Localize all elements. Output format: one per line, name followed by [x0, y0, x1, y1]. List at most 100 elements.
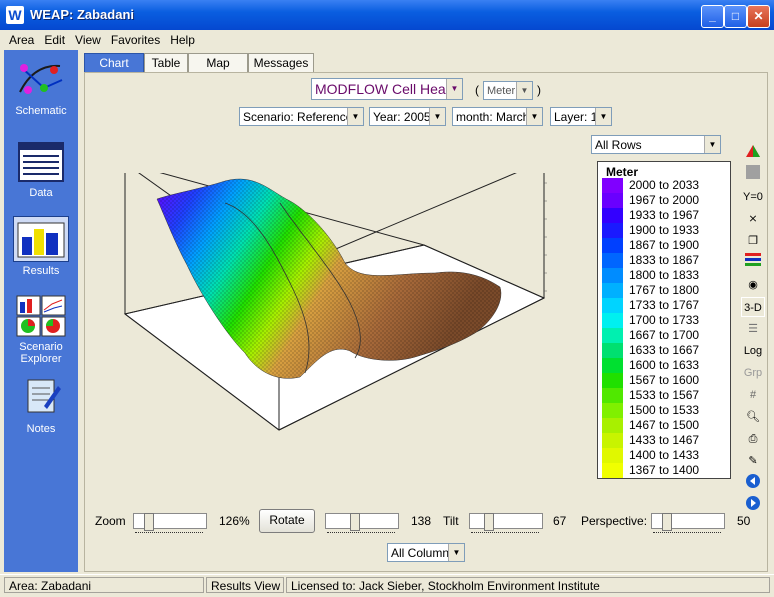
- legend-swatch: [602, 373, 623, 388]
- y-zero-button[interactable]: Y=0: [741, 187, 765, 207]
- sidebar-label-data: Data: [29, 187, 53, 199]
- legend-item: 1733 to 1767: [602, 298, 728, 313]
- tilt-ticks: [471, 529, 539, 533]
- legend-label: 1933 to 1967: [629, 208, 700, 222]
- chart-type-icon[interactable]: [741, 143, 765, 163]
- sidebar-label-schematic: Schematic: [15, 105, 67, 117]
- menu-edit[interactable]: Edit: [39, 30, 70, 47]
- lines-icon[interactable]: ☰: [741, 319, 765, 339]
- menu-bar: Area Edit View Favorites Help: [0, 30, 774, 50]
- schematic-icon: [19, 64, 63, 94]
- menu-help[interactable]: Help: [165, 30, 200, 47]
- perspective-ticks: [653, 529, 721, 533]
- sidebar-label-results: Results: [22, 265, 60, 277]
- scenario-select[interactable]: Scenario: Reference ▼: [239, 107, 364, 126]
- sidebar-label-notes: Notes: [26, 423, 56, 435]
- sidebar-item-data[interactable]: Data: [4, 140, 78, 199]
- close-button[interactable]: ✕: [747, 5, 770, 28]
- sidebar-item-notes[interactable]: Notes: [4, 376, 78, 435]
- copy-icon[interactable]: ❐: [741, 231, 765, 251]
- month-select[interactable]: month: March ▼: [452, 107, 543, 126]
- gray-square-icon[interactable]: [741, 165, 765, 185]
- legend-swatch: [602, 253, 623, 268]
- zoom-value: 126%: [219, 514, 250, 528]
- previous-icon[interactable]: [741, 473, 765, 493]
- legend-swatch: [602, 268, 623, 283]
- legend-label: 2000 to 2033: [629, 178, 700, 192]
- export-icon[interactable]: ✎: [741, 451, 765, 471]
- results-icon: [13, 216, 69, 262]
- legend-swatch: [602, 418, 623, 433]
- legend-item: 1900 to 1933: [602, 223, 728, 238]
- app-icon: W: [6, 6, 24, 24]
- zoom-slider[interactable]: [133, 513, 207, 531]
- surface-chart: [123, 173, 547, 431]
- rows-select[interactable]: All Rows ▼: [591, 135, 721, 154]
- layer-select[interactable]: Layer: 1 ▼: [550, 107, 612, 126]
- tilt-label: Tilt: [443, 514, 459, 528]
- year-value: Year: 2005: [373, 110, 431, 124]
- year-select[interactable]: Year: 2005 ▼: [369, 107, 446, 126]
- legend-item: 1700 to 1733: [602, 313, 728, 328]
- log-button[interactable]: Log: [741, 341, 765, 361]
- tab-chart[interactable]: Chart: [84, 53, 144, 73]
- color-bars-icon[interactable]: [741, 253, 765, 273]
- rows-value: All Rows: [595, 138, 642, 152]
- zoom-ticks: [135, 529, 203, 533]
- columns-value: All Columns: [391, 546, 456, 560]
- legend-item: 1767 to 1800: [602, 283, 728, 298]
- grid-icon[interactable]: #: [741, 385, 765, 405]
- stack-icon[interactable]: ⨯: [741, 209, 765, 229]
- tab-messages[interactable]: Messages: [248, 53, 314, 73]
- data-icon: [18, 142, 64, 182]
- sidebar-item-scenario-explorer[interactable]: Scenario Explorer: [4, 294, 78, 365]
- unit-value: Meter: [487, 85, 516, 97]
- rotate-button[interactable]: Rotate: [259, 509, 315, 533]
- rotate-ticks: [327, 529, 395, 533]
- tilt-slider[interactable]: [469, 513, 543, 531]
- perspective-label: Perspective:: [581, 514, 648, 528]
- chevron-down-icon: ▼: [595, 108, 611, 125]
- legend-title: Meter: [606, 165, 639, 179]
- results-content: Chart Table Map Messages MODFLOW Cell He…: [80, 50, 770, 572]
- three-d-button[interactable]: 3-D: [741, 297, 765, 317]
- month-value: month: March: [456, 110, 530, 124]
- next-icon[interactable]: [741, 495, 765, 515]
- menu-favorites[interactable]: Favorites: [106, 30, 165, 47]
- rotate-slider[interactable]: [325, 513, 399, 531]
- columns-select[interactable]: All Columns ▼: [387, 543, 465, 562]
- print-icon[interactable]: ⎙: [741, 429, 765, 449]
- unit-select[interactable]: Meter ▼: [483, 81, 533, 100]
- minimize-button[interactable]: _: [701, 5, 724, 28]
- legend-label: 1633 to 1667: [629, 343, 700, 357]
- sidebar-label-scenario-explorer: Scenario Explorer: [19, 341, 63, 365]
- chevron-down-icon: ▼: [448, 544, 464, 561]
- maximize-button[interactable]: □: [724, 5, 747, 28]
- sidebar-item-results[interactable]: Results: [4, 216, 78, 277]
- scenario-value: Scenario: Reference: [243, 110, 353, 124]
- rotate-value: 138: [411, 514, 432, 528]
- title-bar: W WEAP: Zabadani _ □ ✕: [0, 0, 774, 30]
- sidebar-item-schematic[interactable]: Schematic: [4, 58, 78, 117]
- chart-toolbar: Y=0 ⨯ ❐ ◉ 3-D ☰ Log Grp # 🔍︎ ⎙ ✎: [741, 143, 765, 529]
- variable-select[interactable]: MODFLOW Cell Head ▼: [311, 78, 463, 100]
- tab-map[interactable]: Map: [188, 53, 248, 73]
- chart-legend: Meter 2000 to 2033 1967 to 2000 1933 to 19…: [597, 161, 731, 479]
- legend-item: 1367 to 1400: [602, 463, 728, 478]
- menu-area[interactable]: Area: [4, 30, 39, 47]
- zoom-icon[interactable]: 🔍︎: [741, 407, 765, 427]
- palette-icon[interactable]: ◉: [741, 275, 765, 295]
- legend-swatch: [602, 343, 623, 358]
- legend-swatch: [602, 313, 623, 328]
- legend-item: 1533 to 1567: [602, 388, 728, 403]
- legend-label: 1400 to 1433: [629, 448, 700, 462]
- legend-label: 1567 to 1600: [629, 373, 700, 387]
- group-button[interactable]: Grp: [741, 363, 765, 383]
- perspective-slider[interactable]: [651, 513, 725, 531]
- legend-item: 1467 to 1500: [602, 418, 728, 433]
- menu-view[interactable]: View: [70, 30, 106, 47]
- paren-right: ): [537, 83, 541, 97]
- legend-item: 1433 to 1467: [602, 433, 728, 448]
- tab-table[interactable]: Table: [144, 53, 188, 73]
- legend-swatch: [602, 178, 623, 193]
